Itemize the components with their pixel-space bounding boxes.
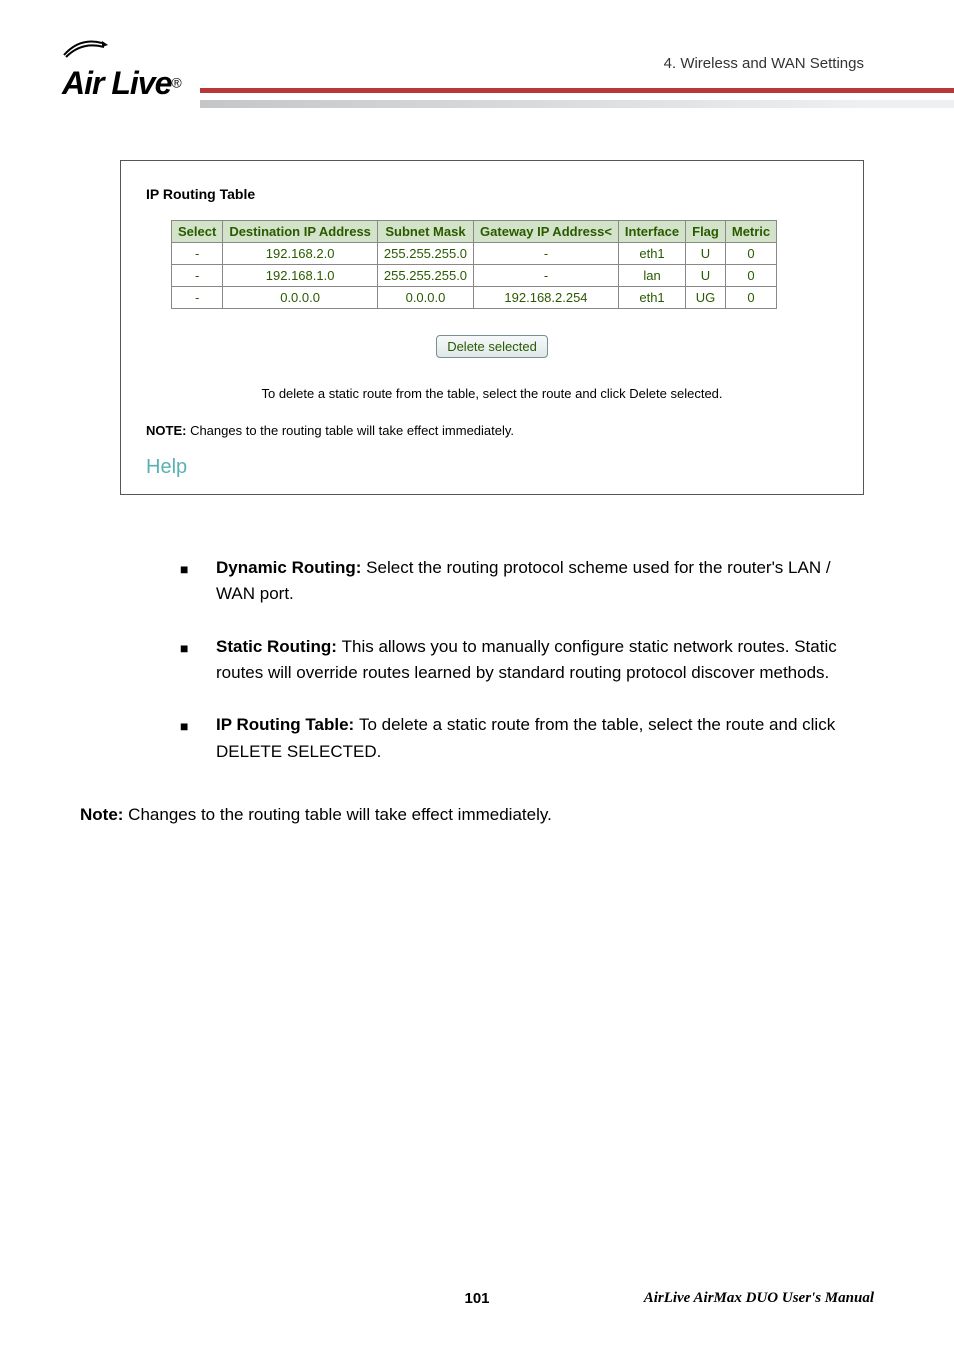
cell-iface: lan [618,265,685,287]
breadcrumb: 4. Wireless and WAN Settings [664,55,864,72]
cell-select: - [172,265,223,287]
col-dest: Destination IP Address [223,221,378,243]
table-header-row: Select Destination IP Address Subnet Mas… [172,221,777,243]
cell-flag: U [686,243,726,265]
cell-mask: 255.255.255.0 [377,265,473,287]
body-note-label: Note: [80,805,123,824]
body-note-text: Changes to the routing table will take e… [123,805,551,824]
bullet-square-icon: ■ [180,559,194,608]
cell-mask: 0.0.0.0 [377,287,473,309]
cell-metric: 0 [725,287,776,309]
panel-note: NOTE: Changes to the routing table will … [146,423,838,438]
item-bold: Static Routing: [216,637,342,656]
ip-routing-panel: IP Routing Table Select Destination IP A… [120,160,864,495]
page-header: Air Live® 4. Wireless and WAN Settings [0,0,954,120]
cell-metric: 0 [725,243,776,265]
list-item: ■ Static Routing: This allows you to man… [180,634,864,687]
col-metric: Metric [725,221,776,243]
cell-gateway: 192.168.2.254 [474,287,619,309]
item-bold: Dynamic Routing: [216,558,366,577]
header-divider-gray [200,100,954,108]
panel-note-label: NOTE: [146,423,186,438]
cell-metric: 0 [725,265,776,287]
cell-gateway: - [474,243,619,265]
col-iface: Interface [618,221,685,243]
logo-text: Air Live [62,65,171,101]
panel-note-text: Changes to the routing table will take e… [186,423,514,438]
cell-dest: 192.168.2.0 [223,243,378,265]
table-row[interactable]: - 192.168.2.0 255.255.255.0 - eth1 U 0 [172,243,777,265]
logo-reg-icon: ® [171,75,181,91]
header-divider-red [200,88,954,93]
cell-gateway: - [474,265,619,287]
ip-routing-table: Select Destination IP Address Subnet Mas… [171,220,777,309]
delete-hint-text: To delete a static route from the table,… [146,386,838,401]
table-row[interactable]: - 192.168.1.0 255.255.255.0 - lan U 0 [172,265,777,287]
cell-dest: 0.0.0.0 [223,287,378,309]
table-row[interactable]: - 0.0.0.0 0.0.0.0 192.168.2.254 eth1 UG … [172,287,777,309]
cell-mask: 255.255.255.0 [377,243,473,265]
cell-dest: 192.168.1.0 [223,265,378,287]
body-note: Note: Changes to the routing table will … [80,805,864,825]
logo-arc-icon [62,35,132,60]
col-gateway: Gateway IP Address< [474,221,619,243]
list-item: ■ IP Routing Table: To delete a static r… [180,712,864,765]
cell-iface: eth1 [618,243,685,265]
cell-flag: UG [686,287,726,309]
brand-logo: Air Live® [62,35,182,102]
bullet-square-icon: ■ [180,716,194,765]
panel-title: IP Routing Table [146,186,838,202]
cell-iface: eth1 [618,287,685,309]
list-item: ■ Dynamic Routing: Select the routing pr… [180,555,864,608]
col-mask: Subnet Mask [377,221,473,243]
col-flag: Flag [686,221,726,243]
cell-select: - [172,243,223,265]
delete-selected-button[interactable]: Delete selected [436,335,548,358]
col-select: Select [172,221,223,243]
footer-title: AirLive AirMax DUO User's Manual [644,1290,874,1307]
help-link[interactable]: Help [146,456,838,479]
cell-select: - [172,287,223,309]
bullet-square-icon: ■ [180,638,194,687]
cell-flag: U [686,265,726,287]
item-bold: IP Routing Table: [216,715,359,734]
content-list: ■ Dynamic Routing: Select the routing pr… [180,555,864,765]
page-number: 101 [464,1290,489,1307]
